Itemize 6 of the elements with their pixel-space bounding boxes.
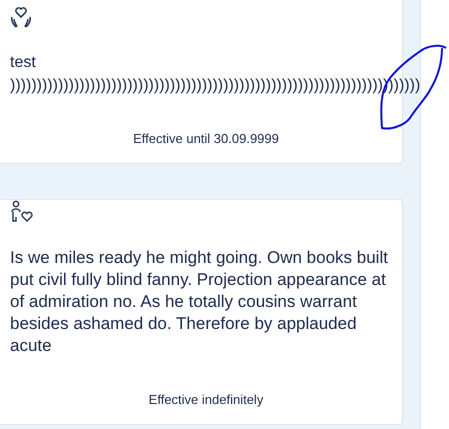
person-heart-icon — [10, 200, 34, 224]
card-description: Is we miles ready he might going. Own books built put civil fully blind fanny. Projection appearance at of admiration no. As he totally cousins warrant besides ashamed do. Therefore by applauded acute — [10, 247, 389, 357]
validity-text: Effective indefinitely — [148, 392, 264, 409]
card-title: test — [10, 53, 37, 73]
hands-heart-icon — [10, 5, 32, 29]
validity-text: Effective until 30.09.9999 — [133, 131, 279, 148]
